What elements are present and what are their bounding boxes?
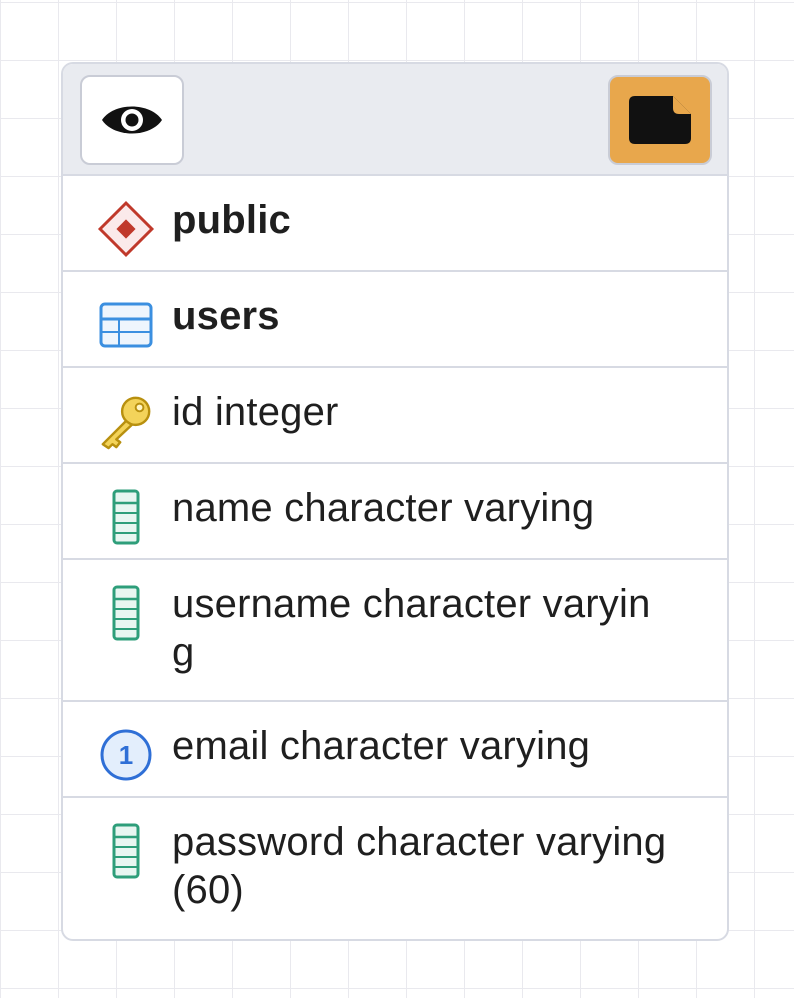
schema-icon — [97, 200, 155, 258]
svg-text:1: 1 — [119, 740, 133, 770]
column-row[interactable]: name character varying — [63, 464, 727, 560]
column-row[interactable]: id integer — [63, 368, 727, 464]
column-row[interactable]: password character varying (60) — [63, 798, 727, 937]
schema-row[interactable]: public — [63, 176, 727, 272]
column-icon — [97, 822, 155, 880]
table-icon — [97, 296, 155, 354]
column-label: username character varyin g — [172, 582, 651, 674]
unique-key-icon: 1 — [97, 726, 155, 784]
table-node-header — [63, 64, 727, 176]
table-name: users — [172, 294, 280, 338]
comment-button[interactable] — [608, 75, 712, 165]
column-icon — [97, 488, 155, 546]
table-node-card[interactable]: public users id integer name character v… — [61, 62, 729, 941]
column-label: password character varying (60) — [172, 820, 667, 912]
table-row[interactable]: users — [63, 272, 727, 368]
view-data-button[interactable] — [80, 75, 184, 165]
column-label: name character varying — [172, 486, 595, 530]
column-row[interactable]: 1 email character varying — [63, 702, 727, 798]
column-icon — [97, 584, 155, 642]
primary-key-icon — [97, 392, 155, 450]
column-label: email character varying — [172, 724, 591, 768]
schema-name: public — [172, 198, 291, 242]
column-row[interactable]: username character varyin g — [63, 560, 727, 702]
column-label: id integer — [172, 390, 339, 434]
eye-icon — [102, 106, 162, 134]
note-icon — [629, 96, 691, 144]
